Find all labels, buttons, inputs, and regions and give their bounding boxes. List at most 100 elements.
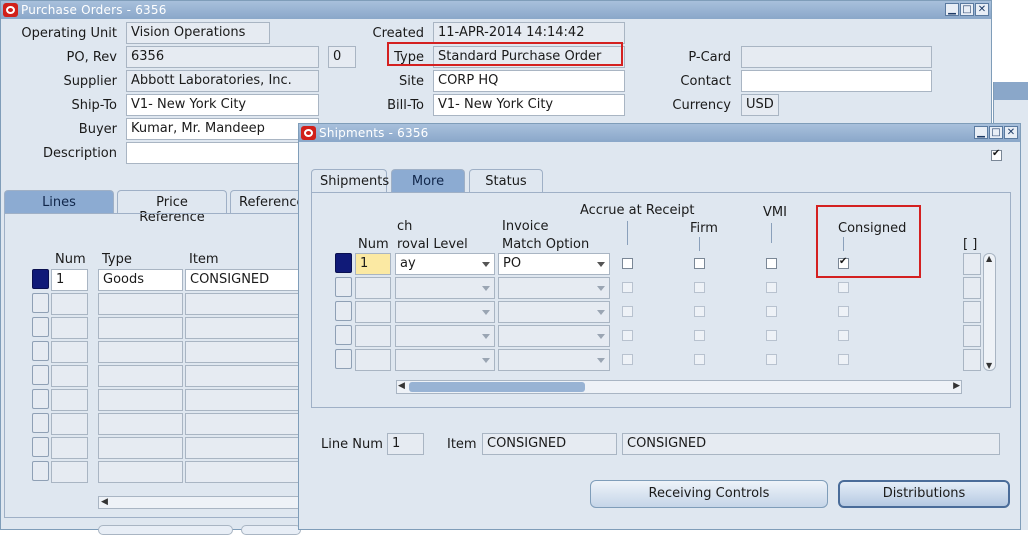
- empty-shipment-cell[interactable]: [355, 277, 391, 299]
- firm-checkbox[interactable]: [694, 258, 705, 269]
- shipment-num-cell[interactable]: 1: [355, 253, 391, 275]
- empty-shipment-checkbox[interactable]: [838, 306, 849, 317]
- empty-line-cell[interactable]: [51, 317, 88, 339]
- empty-shipment-checkbox[interactable]: [622, 282, 633, 293]
- empty-line-cell[interactable]: [32, 413, 49, 433]
- empty-line-cell[interactable]: [51, 461, 88, 483]
- buyer-field[interactable]: Kumar, Mr. Mandeep: [126, 118, 319, 140]
- empty-shipment-checkbox[interactable]: [694, 354, 705, 365]
- empty-line-cell[interactable]: [51, 365, 88, 387]
- empty-shipment-cell[interactable]: [335, 325, 352, 345]
- purchase-orders-titlebar[interactable]: Purchase Orders - 6356 ▁ □ ✕: [1, 1, 991, 19]
- empty-line-cell[interactable]: [185, 413, 305, 435]
- empty-shipment-cell[interactable]: [498, 301, 610, 323]
- empty-shipment-cell[interactable]: [355, 301, 391, 323]
- contact-field[interactable]: [741, 70, 932, 92]
- tab-reference[interactable]: Reference: [230, 190, 306, 214]
- empty-shipment-checkbox[interactable]: [766, 282, 777, 293]
- tab-lines[interactable]: Lines: [4, 190, 114, 214]
- empty-shipment-cell[interactable]: [355, 349, 391, 371]
- empty-shipment-cell[interactable]: [498, 325, 610, 347]
- empty-line-cell[interactable]: [98, 293, 183, 315]
- empty-line-cell[interactable]: [32, 389, 49, 409]
- empty-line-cell[interactable]: [32, 341, 49, 361]
- bottom-button-stub-1[interactable]: [98, 525, 233, 535]
- vmi-checkbox[interactable]: [766, 258, 777, 269]
- maximize-icon[interactable]: □: [960, 3, 974, 16]
- empty-line-cell[interactable]: [32, 437, 49, 457]
- empty-line-cell[interactable]: [51, 437, 88, 459]
- empty-line-cell[interactable]: [32, 317, 49, 337]
- description-field[interactable]: [126, 142, 306, 164]
- empty-line-cell[interactable]: [185, 341, 305, 363]
- shipment-row-selector[interactable]: [335, 253, 352, 273]
- empty-shipment-cell[interactable]: [335, 301, 352, 321]
- minimize-icon[interactable]: ▁: [974, 126, 988, 139]
- bill-to-field[interactable]: V1- New York City: [433, 94, 625, 116]
- invoice-match-dropdown[interactable]: PO: [498, 253, 610, 275]
- empty-shipment-cell[interactable]: [355, 325, 391, 347]
- pcard-field[interactable]: [741, 46, 932, 68]
- scroll-right-icon[interactable]: ▶: [953, 381, 960, 391]
- scroll-left-icon[interactable]: ◀: [398, 381, 405, 391]
- tab-status[interactable]: Status: [469, 169, 543, 193]
- empty-line-cell[interactable]: [32, 365, 49, 385]
- shipments-vertical-scrollbar[interactable]: ▲ ▼: [983, 253, 996, 371]
- empty-line-cell[interactable]: [51, 341, 88, 363]
- empty-line-cell[interactable]: [98, 317, 183, 339]
- empty-shipment-cell[interactable]: [963, 325, 981, 347]
- tab-price-reference[interactable]: Price Reference: [117, 190, 227, 225]
- empty-line-cell[interactable]: [51, 389, 88, 411]
- empty-shipment-cell[interactable]: [395, 325, 495, 347]
- empty-shipment-checkbox[interactable]: [622, 306, 633, 317]
- empty-shipment-checkbox[interactable]: [838, 330, 849, 341]
- empty-shipment-cell[interactable]: [335, 349, 352, 369]
- empty-line-cell[interactable]: [98, 413, 183, 435]
- empty-line-cell[interactable]: [98, 461, 183, 483]
- shipments-titlebar[interactable]: Shipments - 6356 ▁ □ ✕: [299, 124, 1020, 142]
- empty-line-cell[interactable]: [98, 341, 183, 363]
- po-number-field[interactable]: 6356: [126, 46, 319, 68]
- empty-shipment-checkbox[interactable]: [694, 306, 705, 317]
- accrue-checkbox[interactable]: [622, 258, 633, 269]
- empty-shipment-checkbox[interactable]: [622, 330, 633, 341]
- empty-shipment-cell[interactable]: [335, 277, 352, 297]
- maximize-icon[interactable]: □: [989, 126, 1003, 139]
- empty-line-cell[interactable]: [185, 461, 305, 483]
- empty-line-cell[interactable]: [185, 389, 305, 411]
- tab-more[interactable]: More: [391, 169, 465, 193]
- empty-shipment-cell[interactable]: [963, 349, 981, 371]
- shipments-horizontal-scrollbar[interactable]: ◀ ▶: [396, 380, 962, 394]
- empty-shipment-checkbox[interactable]: [766, 330, 777, 341]
- scroll-thumb[interactable]: [409, 382, 585, 392]
- bottom-button-stub-2[interactable]: [241, 525, 301, 535]
- empty-shipment-cell[interactable]: [395, 349, 495, 371]
- line-num-field[interactable]: 1: [387, 433, 424, 455]
- empty-shipment-checkbox[interactable]: [838, 282, 849, 293]
- match-approval-dropdown[interactable]: ay: [395, 253, 495, 275]
- line-row-selector[interactable]: [32, 269, 49, 289]
- empty-line-cell[interactable]: [98, 365, 183, 387]
- empty-line-cell[interactable]: [98, 437, 183, 459]
- line-type-cell[interactable]: Goods: [98, 269, 183, 291]
- empty-shipment-checkbox[interactable]: [622, 354, 633, 365]
- empty-shipment-checkbox[interactable]: [766, 354, 777, 365]
- empty-line-cell[interactable]: [185, 437, 305, 459]
- empty-line-cell[interactable]: [32, 293, 49, 313]
- empty-line-cell[interactable]: [51, 413, 88, 435]
- created-field[interactable]: 11-APR-2014 14:14:42: [433, 22, 625, 44]
- close-icon[interactable]: ✕: [975, 3, 989, 16]
- scroll-left-icon[interactable]: ◀: [101, 497, 108, 507]
- window-option-checkbox[interactable]: [991, 148, 1002, 161]
- currency-field[interactable]: USD: [741, 94, 779, 116]
- receiving-controls-button[interactable]: Receiving Controls: [590, 480, 828, 508]
- site-field[interactable]: CORP HQ: [433, 70, 625, 92]
- tab-shipments[interactable]: Shipments: [311, 169, 389, 193]
- empty-shipment-cell[interactable]: [498, 277, 610, 299]
- empty-line-cell[interactable]: [185, 365, 305, 387]
- empty-line-cell[interactable]: [98, 389, 183, 411]
- bracket-cell[interactable]: [963, 253, 981, 275]
- item-code-field[interactable]: CONSIGNED: [482, 433, 617, 455]
- empty-line-cell[interactable]: [185, 293, 305, 315]
- item-description-field[interactable]: CONSIGNED: [622, 433, 1000, 455]
